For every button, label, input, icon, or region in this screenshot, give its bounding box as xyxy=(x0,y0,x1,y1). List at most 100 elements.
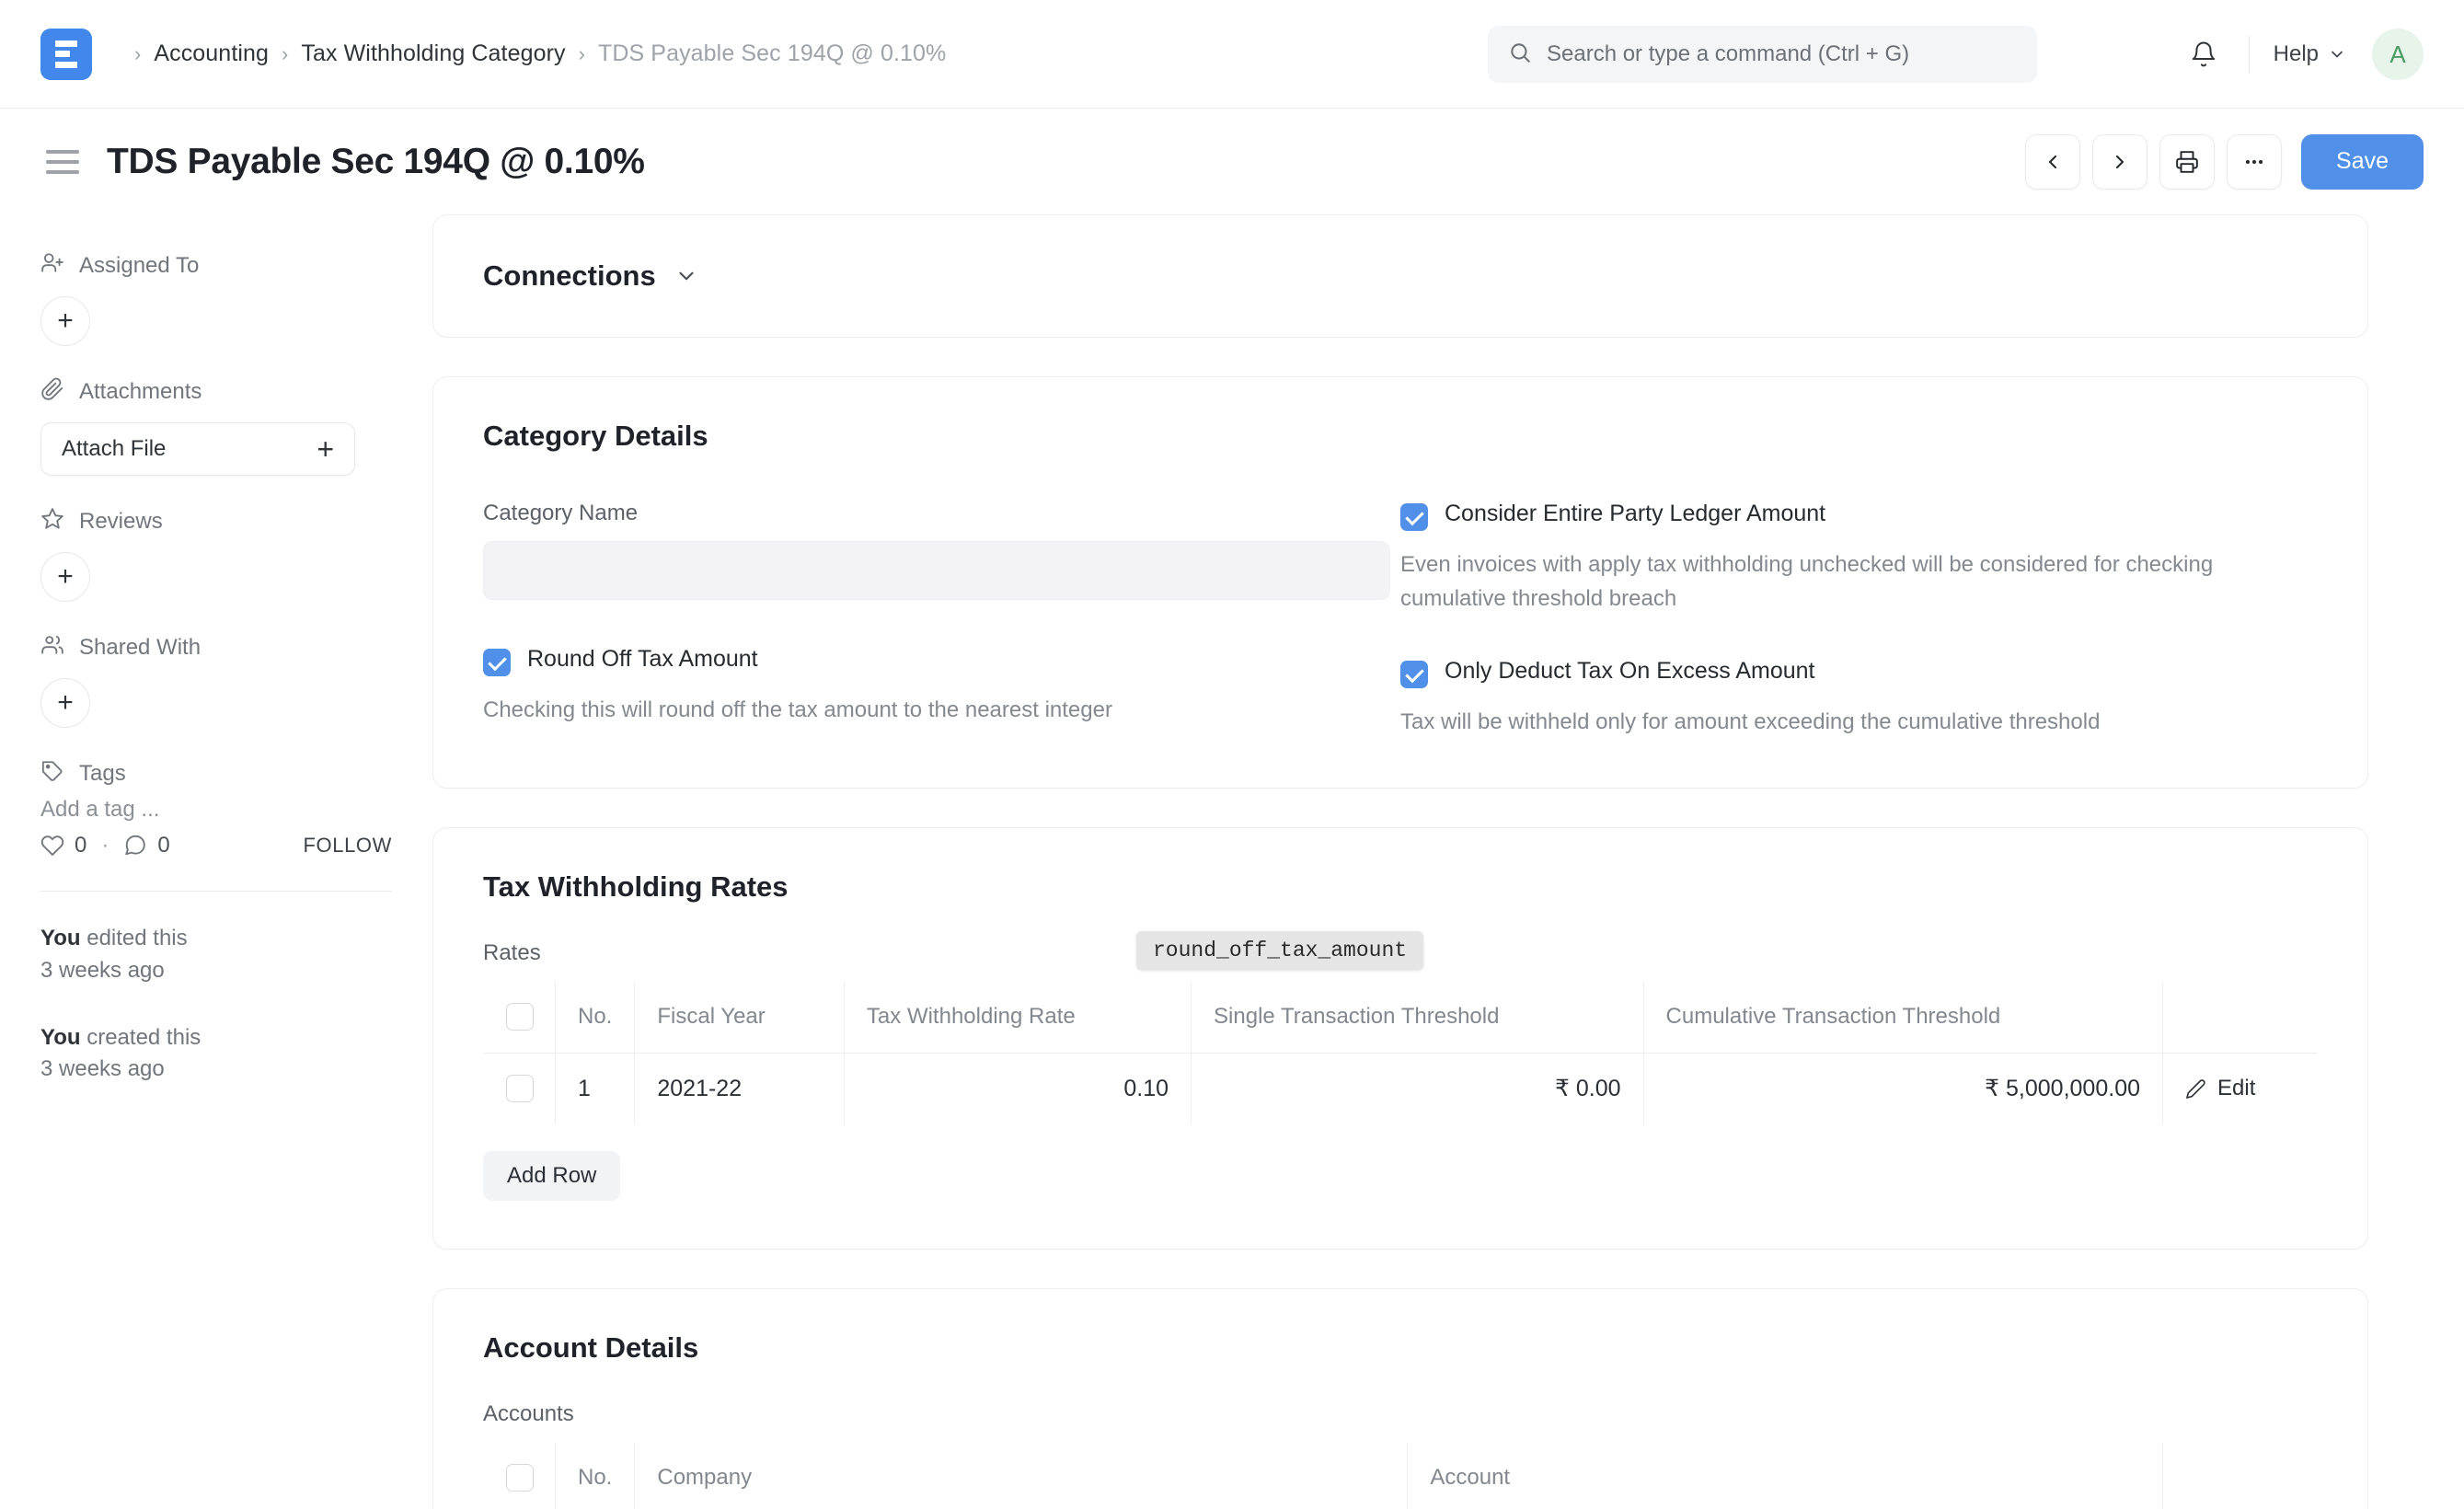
activity-time: 3 weeks ago xyxy=(40,957,165,983)
printer-icon xyxy=(2176,150,2198,173)
avatar[interactable]: A xyxy=(2372,29,2424,80)
table-row[interactable]: 1 2021-22 0.10 ₹ 0.00 ₹ 5,000,000.00 Edi… xyxy=(484,1053,2318,1124)
assign-user-icon xyxy=(40,251,64,280)
row-select-cell xyxy=(484,1053,556,1124)
help-menu[interactable]: Help xyxy=(2274,41,2346,67)
rates-col-cumulative-threshold: Cumulative Transaction Threshold xyxy=(1643,981,2164,1054)
only-deduct-excess-label: Only Deduct Tax On Excess Amount xyxy=(1445,658,1815,685)
heart-icon xyxy=(40,835,64,856)
global-search[interactable] xyxy=(1488,26,2037,83)
sidebar-section-shared-with: Shared With + xyxy=(40,633,392,728)
rates-col-fiscal-year: Fiscal Year xyxy=(634,981,845,1054)
sidebar-toggle-icon[interactable] xyxy=(46,149,79,174)
comment-count-value: 0 xyxy=(157,833,170,858)
like-count-value: 0 xyxy=(75,833,87,858)
breadcrumb-separator-icon: › xyxy=(282,41,289,65)
connections-toggle[interactable]: Connections xyxy=(483,259,2318,293)
accounts-col-company: Company xyxy=(634,1442,1409,1509)
accounts-col-actions xyxy=(2162,1442,2317,1509)
row-tax-withholding-rate[interactable]: 0.10 xyxy=(844,1053,1192,1124)
row-single-transaction-threshold[interactable]: ₹ 0.00 xyxy=(1191,1053,1644,1124)
add-tag-input[interactable]: Add a tag ... xyxy=(40,797,392,823)
category-name-input[interactable] xyxy=(483,541,1390,600)
breadcrumb: › Accounting › Tax Withholding Category … xyxy=(121,40,946,67)
sidebar-section-reviews: Reviews + xyxy=(40,507,392,602)
select-all-rates-checkbox[interactable] xyxy=(505,1003,534,1031)
add-share-button[interactable]: + xyxy=(40,678,90,728)
breadcrumb-item-current: TDS Payable Sec 194Q @ 0.10% xyxy=(597,40,947,66)
table-header-row: No. Fiscal Year Tax Withholding Rate Sin… xyxy=(484,981,2317,1054)
activity-action: created this xyxy=(80,1024,201,1050)
table-header-row: No. Company Account xyxy=(484,1442,2317,1509)
navbar-divider xyxy=(2248,36,2250,73)
only-deduct-excess-checkbox[interactable] xyxy=(1400,661,1428,689)
star-icon xyxy=(40,507,64,536)
select-all-rates-cell xyxy=(484,981,556,1054)
rates-col-single-threshold: Single Transaction Threshold xyxy=(1191,981,1644,1054)
rates-table: No. Fiscal Year Tax Withholding Rate Sin… xyxy=(483,980,2318,1125)
consider-entire-party-ledger-help: Even invoices with apply tax withholding… xyxy=(1400,552,2214,612)
notifications-bell-icon[interactable] xyxy=(2182,33,2225,75)
edit-row-button[interactable]: Edit xyxy=(2185,1076,2295,1101)
sidebar-section-attachments: Attachments Attach File + xyxy=(40,377,392,476)
sidebar-divider xyxy=(40,891,392,892)
consider-entire-party-ledger-label: Consider Entire Party Ledger Amount xyxy=(1445,501,1826,526)
plus-icon: + xyxy=(317,432,334,466)
add-assignment-button[interactable]: + xyxy=(40,296,90,346)
like-count[interactable]: 0 xyxy=(40,833,86,858)
select-all-accounts-checkbox[interactable] xyxy=(505,1464,534,1492)
round-off-tax-amount-field: Round Off Tax Amount xyxy=(483,646,1345,676)
field-name-tooltip: round_off_tax_amount xyxy=(1136,931,1424,970)
accounts-col-account: Account xyxy=(1407,1442,2163,1509)
more-options-button[interactable] xyxy=(2227,133,2283,190)
chevron-down-icon xyxy=(679,271,694,281)
page-body: Assigned To + Attachments Attach File + xyxy=(0,214,2464,1509)
breadcrumb-item-tax-withholding-category[interactable]: Tax Withholding Category xyxy=(301,40,565,67)
only-deduct-excess-field: Only Deduct Tax On Excess Amount xyxy=(1400,658,2318,689)
account-details-title: Account Details xyxy=(483,1330,699,1364)
accounts-col-no: No. xyxy=(555,1442,636,1509)
comment-count[interactable]: 0 xyxy=(123,833,170,858)
shared-with-label: Shared With xyxy=(79,634,201,660)
connections-card: Connections xyxy=(432,214,2368,338)
row-edit-cell: Edit xyxy=(2163,1053,2318,1124)
row-cumulative-transaction-threshold[interactable]: ₹ 5,000,000.00 xyxy=(1643,1053,2164,1124)
sidebar-section-assigned-to: Assigned To + xyxy=(40,251,392,346)
row-select-checkbox[interactable] xyxy=(505,1075,534,1103)
add-rate-row-button[interactable]: Add Row xyxy=(483,1150,621,1201)
chevron-left-icon xyxy=(2048,155,2057,168)
consider-entire-party-ledger-field: Consider Entire Party Ledger Amount xyxy=(1400,501,2318,531)
search-input[interactable] xyxy=(1547,41,1988,67)
consider-entire-party-ledger-checkbox[interactable] xyxy=(1400,503,1428,531)
next-document-button[interactable] xyxy=(2092,133,2148,190)
rates-col-actions xyxy=(2162,981,2317,1054)
document-social-stats: 0 · 0 FOLLOW xyxy=(40,833,392,858)
breadcrumb-item-accounting[interactable]: Accounting xyxy=(154,40,269,67)
add-review-button[interactable]: + xyxy=(40,552,90,602)
prev-document-button[interactable] xyxy=(2025,133,2081,190)
attach-file-button[interactable]: Attach File + xyxy=(40,422,355,476)
activity-entry-edited: You edited this 3 weeks ago xyxy=(40,923,392,987)
erpnext-logo-icon[interactable] xyxy=(40,28,92,80)
attach-file-label: Attach File xyxy=(62,436,167,461)
print-button[interactable] xyxy=(2159,133,2216,190)
activity-entry-created: You created this 3 weeks ago xyxy=(40,1022,392,1087)
save-button[interactable]: Save xyxy=(2301,133,2424,190)
search-icon xyxy=(1508,40,1532,69)
round-off-tax-amount-checkbox[interactable] xyxy=(483,649,511,676)
rates-col-rate: Tax Withholding Rate xyxy=(844,981,1192,1054)
document-activity-log: You edited this 3 weeks ago You created … xyxy=(40,923,392,1121)
row-fiscal-year[interactable]: 2021-22 xyxy=(634,1053,845,1124)
category-details-card: Category Details Category Name Round Off… xyxy=(432,376,2368,789)
ellipsis-icon xyxy=(2245,159,2263,164)
select-all-accounts-cell xyxy=(484,1442,556,1509)
accounts-table: No. Company Account xyxy=(483,1441,2318,1509)
chevron-right-icon xyxy=(2115,155,2124,168)
category-details-title: Category Details xyxy=(483,420,708,452)
edit-row-label: Edit xyxy=(2217,1076,2256,1101)
category-name-label: Category Name xyxy=(483,501,639,525)
reviews-label: Reviews xyxy=(79,508,163,534)
sidebar-section-tags: Tags Add a tag ... xyxy=(40,759,392,823)
assigned-to-label: Assigned To xyxy=(79,252,200,278)
follow-button[interactable]: FOLLOW xyxy=(304,834,393,858)
